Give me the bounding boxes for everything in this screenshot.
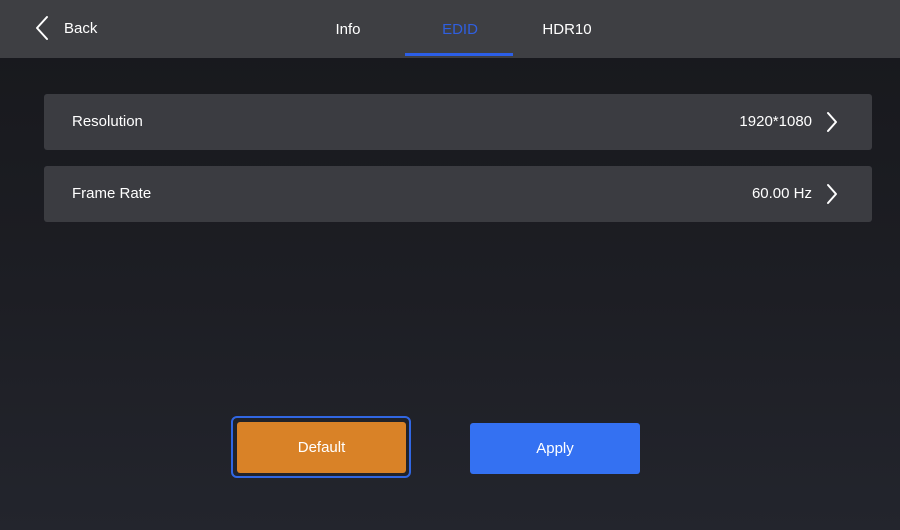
frame-rate-row[interactable]: Frame Rate 60.00 Hz (44, 166, 872, 222)
back-label: Back (64, 19, 98, 37)
active-tab-indicator (405, 53, 513, 56)
tab-hdr10[interactable]: HDR10 (532, 0, 602, 58)
chevron-left-icon (36, 16, 48, 40)
frame-rate-value: 60.00 Hz (751, 185, 812, 202)
apply-button[interactable]: Apply (470, 423, 640, 474)
chevron-right-icon (827, 112, 837, 132)
default-button[interactable]: Default (237, 422, 406, 473)
edid-settings-screen: Back Info EDID HDR10 Resolution 1920*108… (0, 0, 900, 530)
back-button[interactable]: Back (34, 12, 97, 44)
chevron-right-icon (827, 184, 837, 204)
tab-edid[interactable]: EDID (420, 0, 500, 58)
top-bar: Back Info EDID HDR10 (0, 0, 900, 58)
resolution-value: 1920*1080 (739, 113, 812, 130)
frame-rate-label: Frame Rate (72, 185, 152, 202)
resolution-row[interactable]: Resolution 1920*1080 (44, 94, 872, 150)
resolution-label: Resolution (72, 113, 143, 130)
tab-info[interactable]: Info (318, 0, 378, 58)
